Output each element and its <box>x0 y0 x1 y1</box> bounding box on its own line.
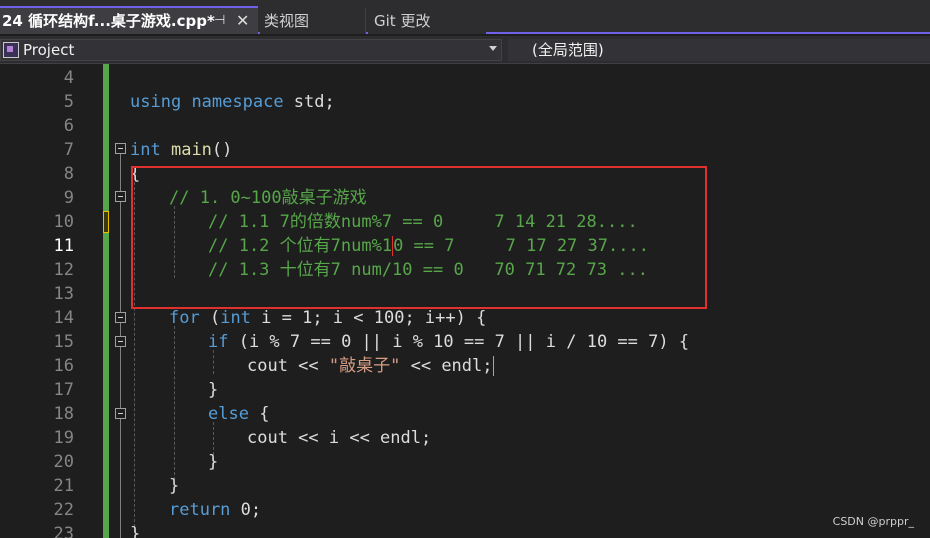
line-number: 16 <box>53 356 74 376</box>
unsaved-change-marker <box>103 211 109 233</box>
code-text: { <box>248 404 270 424</box>
line-number: 14 <box>53 308 74 328</box>
tab-active-file[interactable]: 24 循环结构f...桌子游戏.cpp* ⊣ ✕ <box>0 6 258 34</box>
collapse-icon[interactable] <box>115 143 126 154</box>
line-number: 17 <box>53 380 74 400</box>
tab-git-changes[interactable]: Git 更改 <box>368 8 486 34</box>
code-text: cout << i << endl; <box>247 428 432 448</box>
change-tracking-bar <box>103 64 109 538</box>
code-text: (i % 7 == 0 || i % 10 == 7 || i / 10 == … <box>228 332 690 352</box>
project-dropdown[interactable]: Project <box>0 39 502 61</box>
code-line-19: cout << i << endl; <box>247 426 431 450</box>
tab-label: 24 循环结构f...桌子游戏.cpp* <box>2 12 215 30</box>
line-number: 22 <box>53 500 74 520</box>
glyph-margin <box>0 64 22 538</box>
line-number-current: 11 <box>53 236 74 256</box>
collapse-icon[interactable] <box>115 312 126 323</box>
scope-label: (全局范围) <box>532 41 604 59</box>
pin-icon[interactable]: ⊣ <box>214 8 225 34</box>
code-line-22: return 0; <box>169 498 261 522</box>
annotation-highlight-box <box>131 166 707 309</box>
line-number: 9 <box>63 188 74 208</box>
code-text: cout << <box>247 356 329 376</box>
code-text: () <box>211 140 233 160</box>
code-line-14: for (int i = 1; i < 100; i++) { <box>169 306 486 330</box>
line-number: 12 <box>53 260 74 280</box>
code-text: i = 1; i < 100; i++) { <box>250 308 487 328</box>
keyword: return <box>169 500 231 520</box>
code-line-20: } <box>208 450 218 474</box>
code-text: } <box>169 476 180 496</box>
line-number: 10 <box>53 212 74 232</box>
line-number: 8 <box>63 164 74 184</box>
function-name: main <box>170 140 212 160</box>
code-line-17: } <box>208 378 218 402</box>
keyword: int <box>220 308 251 328</box>
line-number: 19 <box>53 428 74 448</box>
code-line-18: else { <box>208 402 269 426</box>
line-number: 4 <box>63 68 74 88</box>
keyword: if <box>208 332 229 352</box>
code-text: std; <box>283 92 335 112</box>
indent-guide <box>174 326 175 480</box>
project-icon <box>3 42 19 58</box>
code-line-7: int main() <box>130 138 232 162</box>
code-text: << endl; <box>400 356 493 376</box>
code-line-21: } <box>169 474 179 498</box>
navigation-bar: Project (全局范围) <box>0 36 930 64</box>
code-text: ( <box>199 308 221 328</box>
string-literal: "敲桌子" <box>328 356 401 376</box>
line-number: 15 <box>53 332 74 352</box>
code-line-5: using namespace std; <box>130 90 335 114</box>
code-text: 0; <box>230 500 262 520</box>
keyword: using <box>130 92 182 112</box>
project-label: Project <box>23 41 75 59</box>
tab-label: 类视图 <box>264 12 310 30</box>
collapse-icon[interactable] <box>115 191 126 202</box>
document-tab-bar: 24 循环结构f...桌子游戏.cpp* ⊣ ✕ 类视图 Git 更改 <box>0 0 930 34</box>
text-caret <box>492 356 494 376</box>
collapse-icon[interactable] <box>115 408 126 419</box>
tab-class-view[interactable]: 类视图 <box>260 8 366 34</box>
keyword: namespace <box>191 92 284 112</box>
scope-dropdown[interactable]: (全局范围) <box>508 39 930 61</box>
line-number: 5 <box>63 92 74 112</box>
chevron-down-icon[interactable] <box>489 46 497 51</box>
code-line-15: if (i % 7 == 0 || i % 10 == 7 || i / 10 … <box>208 330 689 354</box>
tab-label: Git 更改 <box>374 12 431 30</box>
watermark: CSDN @prppr_ <box>832 515 914 528</box>
code-line-23: } <box>130 522 140 538</box>
code-line-16: cout << "敲桌子" << endl; <box>247 354 494 378</box>
close-icon[interactable]: ✕ <box>236 8 249 34</box>
code-text: } <box>208 452 219 472</box>
line-number: 21 <box>53 476 74 496</box>
keyword: for <box>169 308 200 328</box>
line-number: 20 <box>53 452 74 472</box>
keyword: int <box>130 140 161 160</box>
line-number: 13 <box>53 284 74 304</box>
line-number: 18 <box>53 404 74 424</box>
keyword: else <box>208 404 249 424</box>
line-number: 6 <box>63 116 74 136</box>
code-text: } <box>208 380 219 400</box>
code-text: } <box>130 524 141 538</box>
line-number: 7 <box>63 140 74 160</box>
collapse-icon[interactable] <box>115 336 126 347</box>
code-editor[interactable]: 4 5 6 7 8 9 10 11 12 13 14 15 16 17 18 1… <box>0 64 930 538</box>
line-number: 23 <box>53 524 74 538</box>
